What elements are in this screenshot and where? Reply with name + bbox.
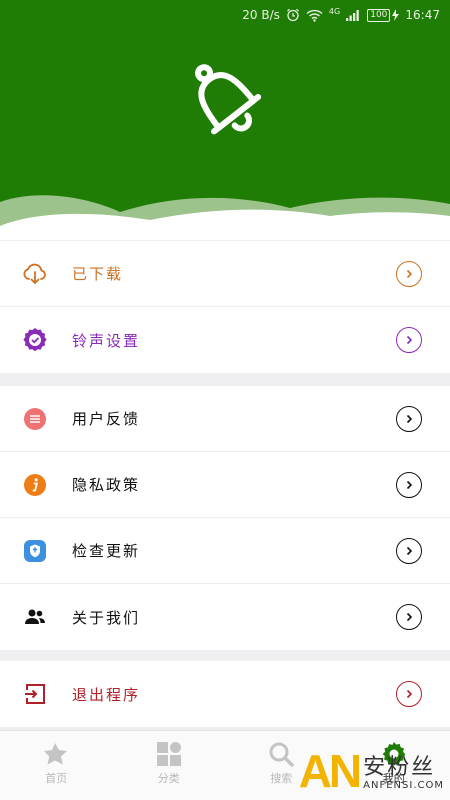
user-feedback-row[interactable]: 用户反馈 <box>0 386 450 452</box>
privacy-policy-row[interactable]: 隐私政策 <box>0 452 450 518</box>
tab-search-label: 搜索 <box>270 772 293 785</box>
tab-home[interactable]: 首页 <box>0 731 113 800</box>
tab-category[interactable]: 分类 <box>113 731 226 800</box>
clock: 16:47 <box>405 8 440 22</box>
menu-group-downloads: 已下载 铃声设置 <box>0 241 450 373</box>
exit-app-label: 退出程序 <box>72 685 141 704</box>
status-bar: 20 B/s 4G 100 16:47 <box>0 0 450 30</box>
check-update-label: 检查更新 <box>72 542 141 560</box>
tab-category-label: 分类 <box>157 772 180 785</box>
chevron-right-icon <box>396 471 422 498</box>
network-speed: 20 B/s <box>242 8 280 22</box>
update-icon <box>22 538 48 564</box>
ringtone-settings-label: 铃声设置 <box>72 331 141 350</box>
chevron-right-icon <box>396 327 422 353</box>
tab-home-label: 首页 <box>45 772 68 785</box>
signal-icon <box>346 10 360 21</box>
chevron-right-icon <box>396 405 422 432</box>
people-icon <box>22 604 48 630</box>
menu-group-exit: 退出程序 <box>0 661 450 727</box>
tab-search[interactable]: 搜索 <box>225 731 338 800</box>
header-wave <box>0 195 450 240</box>
chevron-right-icon <box>396 681 422 707</box>
bell-icon <box>195 64 262 135</box>
wifi-icon <box>306 9 323 22</box>
chevron-right-icon <box>396 604 422 630</box>
menu-group-info: 用户反馈 隐私政策 检查更新 关于我们 <box>0 386 450 650</box>
battery-indicator: 100 <box>367 8 400 22</box>
charging-icon <box>392 9 400 21</box>
chevron-right-icon <box>396 537 422 564</box>
tab-mine[interactable]: 我的 <box>338 731 450 800</box>
search-icon <box>268 741 294 767</box>
ribbon-check-icon <box>22 327 48 353</box>
info-icon <box>22 472 48 498</box>
network-type: 4G <box>328 7 341 16</box>
downloaded-row[interactable]: 已下载 <box>0 241 450 307</box>
exit-icon <box>22 681 48 707</box>
profile-gear-icon <box>381 741 407 767</box>
user-feedback-label: 用户反馈 <box>72 410 141 428</box>
home-star-icon <box>43 741 69 767</box>
exit-app-row[interactable]: 退出程序 <box>0 661 450 727</box>
battery-level: 100 <box>367 8 391 22</box>
bottom-navigation: 首页 分类 搜索 我的 <box>0 730 450 800</box>
about-us-label: 关于我们 <box>72 608 141 627</box>
alarm-icon <box>287 8 299 22</box>
about-us-row[interactable]: 关于我们 <box>0 584 450 650</box>
cloud-download-icon <box>22 261 48 287</box>
privacy-policy-label: 隐私政策 <box>72 476 141 494</box>
category-icon <box>156 741 182 767</box>
tab-mine-label: 我的 <box>382 772 405 785</box>
check-update-row[interactable]: 检查更新 <box>0 518 450 584</box>
ringtone-settings-row[interactable]: 铃声设置 <box>0 307 450 373</box>
chevron-right-icon <box>396 260 422 287</box>
feedback-icon <box>22 406 48 432</box>
downloaded-label: 已下载 <box>72 265 124 283</box>
profile-header <box>0 0 450 240</box>
